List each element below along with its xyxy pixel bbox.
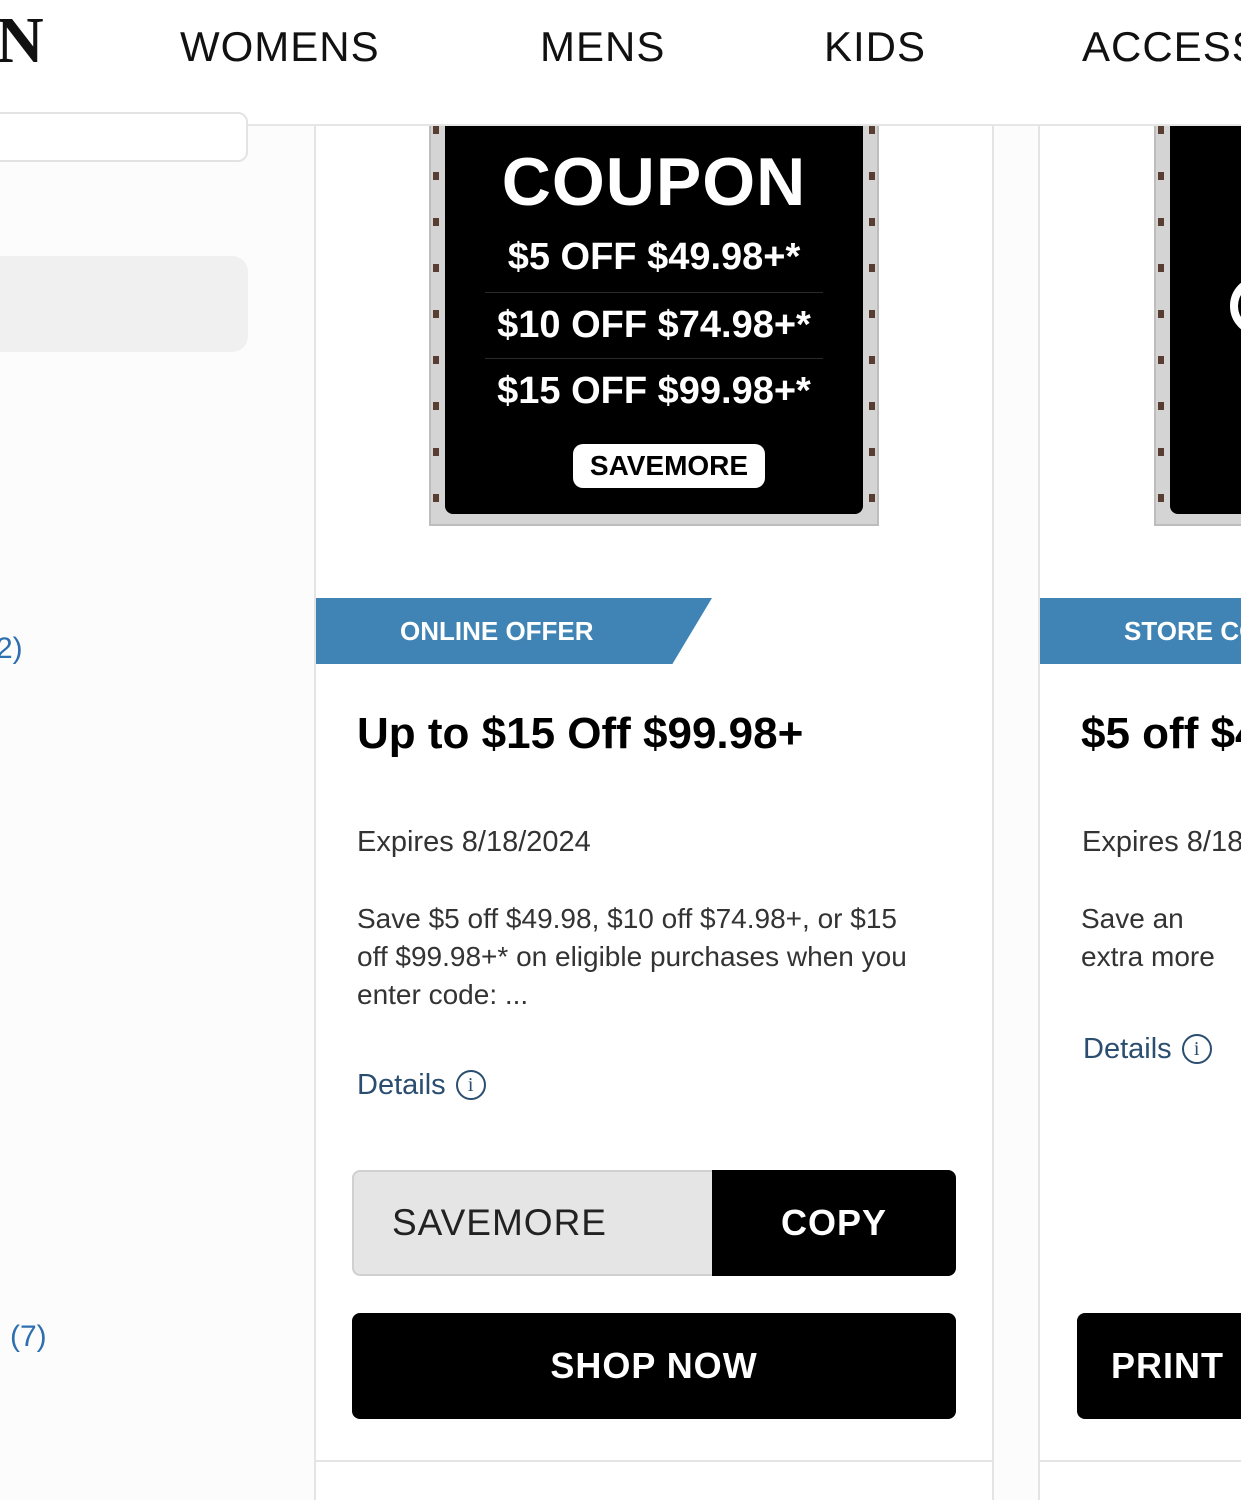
sidebar-filter-count[interactable]: (7) bbox=[10, 1322, 47, 1352]
shop-now-button[interactable]: SHOP NOW bbox=[352, 1313, 956, 1419]
nav-womens[interactable]: WOMENS bbox=[180, 26, 380, 68]
details-label: Details bbox=[357, 1068, 446, 1101]
tier-separator bbox=[485, 292, 823, 293]
coupon-tier: $15 OFF $99.98+* bbox=[497, 370, 811, 412]
info-icon: i bbox=[455, 1070, 486, 1100]
offer-title: Up to $15 Off $99.98+ bbox=[357, 709, 804, 758]
offer-expiry: Expires 8/18/2024 bbox=[357, 826, 591, 858]
coupon-image-code: SAVEMORE bbox=[573, 444, 765, 488]
tier-separator bbox=[485, 358, 823, 359]
store-coupon-ribbon: STORE CO bbox=[1040, 598, 1241, 664]
info-icon: i bbox=[1181, 1034, 1212, 1064]
top-navigation: N WOMENS MENS KIDS ACCESS bbox=[0, 0, 1241, 126]
coupon-tier: $10 OFF $74.98+* bbox=[497, 304, 811, 346]
offer-description: Save $5 off $49.98, $10 off $74.98+, or … bbox=[357, 903, 907, 1010]
perforation-left bbox=[433, 126, 439, 524]
coupon-image: COUPON $5 OFF $49.98+* $10 OFF $74.98+* … bbox=[429, 126, 879, 526]
nav-mens[interactable]: MENS bbox=[540, 26, 665, 68]
sidebar-filter-input[interactable] bbox=[0, 112, 248, 162]
copy-button[interactable]: COPY bbox=[712, 1170, 956, 1276]
coupon-tier: $5 OFF $49.98+* bbox=[507, 236, 801, 278]
perforation-left bbox=[1158, 126, 1164, 524]
coupon-image-graphic bbox=[1230, 276, 1241, 336]
sidebar-filter-pill[interactable] bbox=[0, 256, 248, 352]
offer-description: Save an extra more in store bbox=[1081, 903, 1215, 972]
brand-logo[interactable]: N bbox=[0, 8, 44, 74]
coupon-code-field[interactable]: SAVEMORE bbox=[352, 1170, 714, 1276]
nav-accessories[interactable]: ACCESS bbox=[1082, 26, 1241, 68]
coupon-image-title: COUPON bbox=[501, 144, 807, 220]
sidebar-filter-count[interactable]: 2) bbox=[0, 634, 23, 664]
nav-kids[interactable]: KIDS bbox=[824, 26, 926, 68]
online-offer-ribbon: ONLINE OFFER bbox=[316, 598, 712, 664]
details-link[interactable]: Details i bbox=[1083, 1034, 1212, 1064]
coupon-image-body: COUPON $5 OFF $49.98+* $10 OFF $74.98+* … bbox=[445, 126, 863, 514]
card-divider bbox=[314, 1460, 994, 1462]
print-button[interactable]: PRINT bbox=[1077, 1313, 1241, 1419]
coupon-image bbox=[1154, 126, 1241, 526]
offer-expiry: Expires 8/18/ bbox=[1082, 828, 1241, 857]
card-divider bbox=[1038, 1460, 1241, 1462]
perforation-right bbox=[869, 126, 875, 524]
details-link[interactable]: Details i bbox=[357, 1070, 486, 1100]
details-label: Details bbox=[1083, 1032, 1172, 1065]
coupon-image-body bbox=[1170, 126, 1241, 514]
offer-title: $5 off $4 bbox=[1081, 712, 1241, 756]
